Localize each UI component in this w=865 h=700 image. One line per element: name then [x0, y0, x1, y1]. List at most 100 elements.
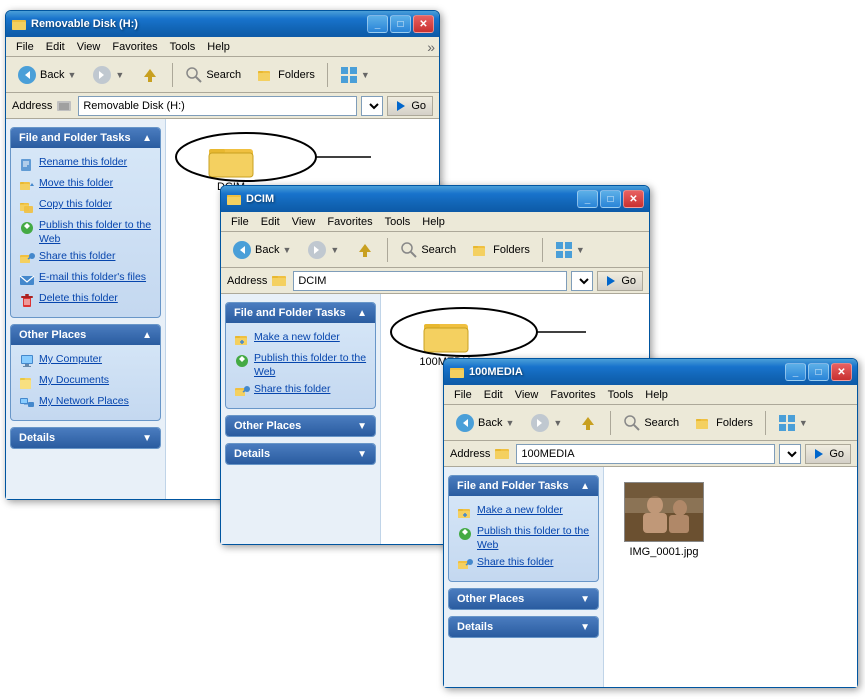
- task-publish-2[interactable]: Publish this folder to the Web: [230, 350, 371, 381]
- tasks-header-3[interactable]: File and Folder Tasks ▲: [449, 476, 598, 496]
- up-button-3[interactable]: [571, 409, 605, 437]
- other-header-1[interactable]: Other Places ▲: [11, 325, 160, 345]
- menu-edit-2[interactable]: Edit: [255, 215, 286, 229]
- menu-help-3[interactable]: Help: [639, 388, 674, 402]
- close-button-2[interactable]: ✕: [623, 190, 644, 208]
- menu-tools-3[interactable]: Tools: [602, 388, 640, 402]
- up-button-1[interactable]: [133, 61, 167, 89]
- forward-button-2[interactable]: ▼: [300, 236, 346, 264]
- menu-help-2[interactable]: Help: [416, 215, 451, 229]
- minimize-button-2[interactable]: _: [577, 190, 598, 208]
- close-button-3[interactable]: ✕: [831, 363, 852, 381]
- address-bar-3: Address 100MEDIA Go: [444, 441, 857, 467]
- back-button-2[interactable]: Back ▼: [225, 236, 298, 264]
- task-network-1[interactable]: My Network Places: [15, 393, 156, 414]
- up-icon-3: [578, 413, 598, 433]
- folders-button-1[interactable]: Folders: [250, 62, 322, 88]
- image-item[interactable]: IMG_0001.jpg: [624, 482, 704, 558]
- details-header-2[interactable]: Details ▼: [226, 444, 375, 464]
- address-input-2[interactable]: DCIM: [293, 271, 567, 291]
- task-newdir-2[interactable]: Make a new folder: [230, 329, 371, 350]
- task-publish-1[interactable]: Publish this folder to the Web: [15, 217, 156, 248]
- other-places-2: Other Places ▼: [225, 415, 376, 437]
- menu-file-3[interactable]: File: [448, 388, 478, 402]
- menu-favorites-1[interactable]: Favorites: [106, 40, 163, 54]
- menu-help-1[interactable]: Help: [201, 40, 236, 54]
- maximize-button-3[interactable]: □: [808, 363, 829, 381]
- details-chevron-2: ▼: [357, 449, 367, 460]
- folders-button-3[interactable]: Folders: [688, 410, 760, 436]
- details-header-1[interactable]: Details ▼: [11, 428, 160, 448]
- views-button-1[interactable]: ▼: [333, 62, 377, 88]
- address-dropdown-1[interactable]: [361, 96, 383, 116]
- window-100media[interactable]: 100MEDIA _ □ ✕ File Edit View Favorites …: [443, 358, 858, 688]
- task-rename-1[interactable]: Rename this folder: [15, 154, 156, 175]
- maximize-button-1[interactable]: □: [390, 15, 411, 33]
- views-button-2[interactable]: ▼: [548, 237, 592, 263]
- forward-button-1[interactable]: ▼: [85, 61, 131, 89]
- up-icon-2: [355, 240, 375, 260]
- menu-favorites-3[interactable]: Favorites: [544, 388, 601, 402]
- task-newdir-3[interactable]: Make a new folder: [453, 502, 594, 523]
- address-input-3[interactable]: 100MEDIA: [516, 444, 775, 464]
- share-icon-2: [234, 384, 250, 400]
- menu-file-2[interactable]: File: [225, 215, 255, 229]
- other-header-3[interactable]: Other Places ▼: [449, 589, 598, 609]
- tasks-header-1[interactable]: File and Folder Tasks ▲: [11, 128, 160, 148]
- task-delete-1[interactable]: Delete this folder: [15, 290, 156, 311]
- title-bar-3: 100MEDIA _ □ ✕: [444, 359, 857, 385]
- menu-overflow-1: »: [427, 39, 435, 55]
- close-button-1[interactable]: ✕: [413, 15, 434, 33]
- menu-bar-3: File Edit View Favorites Tools Help: [444, 385, 857, 405]
- go-button-2[interactable]: Go: [597, 271, 643, 291]
- go-button-1[interactable]: Go: [387, 96, 433, 116]
- dcim-folder-icon: [207, 139, 255, 179]
- separator-1: [172, 63, 173, 87]
- address-input-1[interactable]: Removable Disk (H:): [78, 96, 357, 116]
- menu-favorites-2[interactable]: Favorites: [321, 215, 378, 229]
- task-email-1[interactable]: E-mail this folder's files: [15, 269, 156, 290]
- views-icon-1: [340, 66, 358, 84]
- task-copy-1[interactable]: Copy this folder: [15, 196, 156, 217]
- other-header-2[interactable]: Other Places ▼: [226, 416, 375, 436]
- menu-edit-1[interactable]: Edit: [40, 40, 71, 54]
- task-move-1[interactable]: Move this folder: [15, 175, 156, 196]
- menu-tools-1[interactable]: Tools: [164, 40, 202, 54]
- details-header-3[interactable]: Details ▼: [449, 617, 598, 637]
- menu-view-2[interactable]: View: [286, 215, 322, 229]
- back-button-1[interactable]: Back ▼: [10, 61, 83, 89]
- task-publish-3[interactable]: Publish this folder to the Web: [453, 523, 594, 554]
- window1-title: Removable Disk (H:): [31, 18, 138, 30]
- search-button-3[interactable]: Search: [616, 410, 686, 436]
- task-mydocs-1[interactable]: My Documents: [15, 372, 156, 393]
- menu-tools-2[interactable]: Tools: [379, 215, 417, 229]
- back-icon-1: [17, 65, 37, 85]
- menu-file-1[interactable]: File: [10, 40, 40, 54]
- go-button-3[interactable]: Go: [805, 444, 851, 464]
- folders-button-2[interactable]: Folders: [465, 237, 537, 263]
- menu-edit-3[interactable]: Edit: [478, 388, 509, 402]
- menu-view-1[interactable]: View: [71, 40, 107, 54]
- forward-button-3[interactable]: ▼: [523, 409, 569, 437]
- separator-4: [542, 238, 543, 262]
- task-share-1[interactable]: Share this folder: [15, 248, 156, 269]
- maximize-button-2[interactable]: □: [600, 190, 621, 208]
- minimize-button-3[interactable]: _: [785, 363, 806, 381]
- mydocs-icon-1: [19, 375, 35, 391]
- task-share-3[interactable]: Share this folder: [453, 554, 594, 575]
- address-drive-icon-1: [56, 99, 74, 113]
- back-button-3[interactable]: Back ▼: [448, 409, 521, 437]
- task-share-2[interactable]: Share this folder: [230, 381, 371, 402]
- address-dropdown-3[interactable]: [779, 444, 801, 464]
- views-button-3[interactable]: ▼: [771, 410, 815, 436]
- task-mycomputer-1[interactable]: My Computer: [15, 351, 156, 372]
- up-button-2[interactable]: [348, 236, 382, 264]
- search-button-1[interactable]: Search: [178, 62, 248, 88]
- search-button-2[interactable]: Search: [393, 237, 463, 263]
- menu-view-3[interactable]: View: [509, 388, 545, 402]
- minimize-button-1[interactable]: _: [367, 15, 388, 33]
- address-dropdown-2[interactable]: [571, 271, 593, 291]
- content-area-3: File and Folder Tasks ▲ Make a new folde…: [444, 467, 857, 687]
- tasks-header-2[interactable]: File and Folder Tasks ▲: [226, 303, 375, 323]
- other-chevron-2: ▼: [357, 421, 367, 432]
